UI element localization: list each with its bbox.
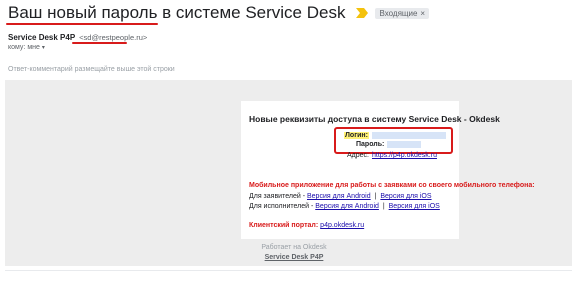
subject-red-underline: [6, 23, 158, 25]
chevron-down-icon[interactable]: ▾: [42, 44, 45, 51]
login-value-masked: [371, 132, 446, 139]
label-close-icon[interactable]: ×: [420, 9, 425, 18]
sender-name: Service Desk P4P: [8, 33, 76, 42]
password-row: Пароль:: [356, 141, 422, 148]
recipient-label: кому: мне: [8, 44, 40, 51]
client-portal-row: Клиентский портал: p4p.okdesk.ru: [249, 222, 364, 229]
important-marker-icon[interactable]: [355, 7, 369, 19]
executors-android-link[interactable]: Версия для Android: [315, 203, 379, 210]
subject-row: Ваш новый пароль в системе Service Desk …: [8, 2, 430, 24]
separator: |: [382, 203, 385, 210]
sender-email: <sd@restpeople.ru>: [79, 33, 148, 42]
client-portal-link[interactable]: p4p.okdesk.ru: [320, 222, 364, 229]
applicants-label: Для заявителей -: [249, 193, 306, 200]
email-red-underline: [72, 42, 127, 44]
email-subject: Ваш новый пароль в системе Service Desk: [8, 3, 346, 22]
executors-ios-link[interactable]: Версия для iOS: [389, 203, 440, 210]
company-link[interactable]: Service Desk P4P: [265, 254, 324, 261]
password-label: Пароль:: [356, 141, 385, 148]
executors-label: Для исполнителей -: [249, 203, 314, 210]
applicants-android-link[interactable]: Версия для Android: [307, 193, 371, 200]
divider: [5, 270, 572, 271]
reply-hint: Ответ-комментарий размещайте выше этой с…: [8, 66, 175, 73]
password-value-masked: [387, 141, 422, 148]
inbox-label-chip[interactable]: Входящие ×: [375, 7, 430, 19]
applicants-apps-row: Для заявителей - Версия для Android | Ве…: [249, 193, 432, 200]
address-label: Адрес:: [347, 152, 369, 159]
client-portal-label: Клиентский портал:: [249, 222, 319, 229]
sender-row: Service Desk P4P <sd@restpeople.ru>: [8, 33, 147, 42]
separator: |: [374, 193, 377, 200]
login-label: Логин:: [344, 132, 369, 139]
login-row: Логин:: [344, 132, 446, 139]
recipient-row[interactable]: кому: мне ▾: [8, 44, 45, 51]
executors-apps-row: Для исполнителей - Версия для Android | …: [249, 203, 440, 210]
applicants-ios-link[interactable]: Версия для iOS: [380, 193, 431, 200]
mobile-app-heading: Мобильное приложение для работы с заявка…: [249, 182, 535, 189]
address-link[interactable]: https://p4p.okdesk.ru: [372, 152, 437, 159]
powered-by-text: Работает на Okdesk: [261, 244, 327, 251]
card-title: Новые реквизиты доступа в систему Servic…: [249, 114, 500, 124]
inbox-label-text: Входящие: [379, 8, 418, 18]
address-row: Адрес: https://p4p.okdesk.ru: [347, 152, 437, 159]
footer-link-row: Service Desk P4P: [0, 254, 588, 261]
